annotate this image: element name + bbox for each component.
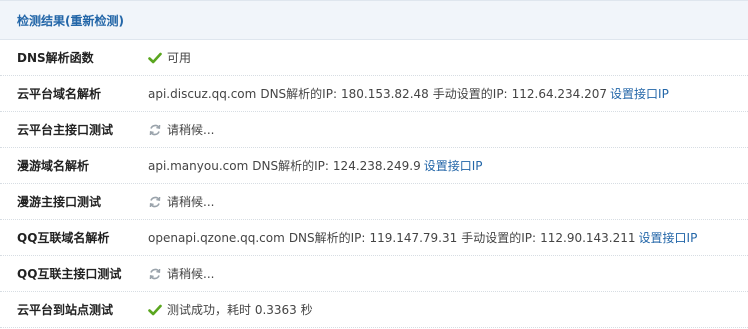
result-value: 请稍候... [148,121,748,138]
result-row-manyou-interface: 漫游主接口测试 请稍候... [0,184,748,220]
result-value: 可用 [148,49,748,66]
result-label: QQ互联域名解析 [17,231,110,245]
result-row-site-test: 云平台到站点测试 测试成功，耗时 0.3363 秒 [0,292,748,328]
loading-icon [148,123,162,137]
result-label: DNS解析函数 [17,51,94,65]
loading-icon [148,195,162,209]
result-value: api.manyou.com DNS解析的IP: 124.238.249.9 设… [148,157,748,174]
manual-ip-label: 手动设置的IP: [461,231,537,245]
manual-ip-value: 112.90.143.211 [540,230,636,245]
result-label: 漫游主接口测试 [17,195,102,209]
set-interface-ip-link[interactable]: 设置接口IP [639,229,698,246]
set-interface-ip-link[interactable]: 设置接口IP [610,85,669,102]
status-text: 测试成功，耗时 0.3363 秒 [167,303,313,317]
result-row-cloud-domain: 云平台域名解析 api.discuz.qq.com DNS解析的IP: 180.… [0,76,748,112]
dns-ip-value: 119.147.79.31 [369,230,458,245]
dns-ip-value: 124.238.249.9 [332,158,421,173]
dns-ip-label: DNS解析的IP: [260,87,337,101]
domain-text: api.manyou.com [148,158,249,173]
domain-text: openapi.qzone.qq.com [148,230,285,245]
result-value: api.discuz.qq.com DNS解析的IP: 180.153.82.4… [148,85,748,102]
result-label: QQ互联主接口测试 [17,267,122,281]
status-text: 请稍候... [167,267,215,281]
result-label: 云平台到站点测试 [17,303,114,317]
status-text: 可用 [167,51,192,65]
check-icon [148,51,162,65]
dns-ip-label: DNS解析的IP: [288,231,366,245]
result-row-qq-interface: QQ互联主接口测试 请稍候... [0,256,748,292]
status-text: 请稍候... [167,195,215,209]
manual-ip-value: 112.64.234.207 [511,86,608,101]
domain-text: api.discuz.qq.com [148,86,257,101]
loading-icon [148,267,162,281]
results-header[interactable]: 检测结果(重新检测) [0,0,748,40]
result-row-dns-function: DNS解析函数 可用 [0,40,748,76]
result-row-manyou-domain: 漫游域名解析 api.manyou.com DNS解析的IP: 124.238.… [0,148,748,184]
check-results-panel: 检测结果(重新检测) DNS解析函数 可用 云平台域名解析 api.discuz… [0,0,748,329]
set-interface-ip-link[interactable]: 设置接口IP [424,157,483,174]
result-label: 漫游域名解析 [17,159,90,173]
result-label: 云平台主接口测试 [17,123,114,137]
result-value: 请稍候... [148,265,748,282]
result-value: openapi.qzone.qq.com DNS解析的IP: 119.147.7… [148,229,748,246]
result-value: 测试成功，耗时 0.3363 秒 [148,301,748,318]
result-label: 云平台域名解析 [17,87,102,101]
dns-ip-value: 180.153.82.48 [340,86,429,101]
result-row-qq-domain: QQ互联域名解析 openapi.qzone.qq.com DNS解析的IP: … [0,220,748,256]
results-header-title[interactable]: 检测结果(重新检测) [17,14,124,28]
dns-ip-label: DNS解析的IP: [252,159,329,173]
result-value: 请稍候... [148,193,748,210]
manual-ip-label: 手动设置的IP: [432,87,508,101]
result-row-cloud-interface: 云平台主接口测试 请稍候... [0,112,748,148]
status-text: 请稍候... [167,123,215,137]
check-icon [148,303,162,317]
